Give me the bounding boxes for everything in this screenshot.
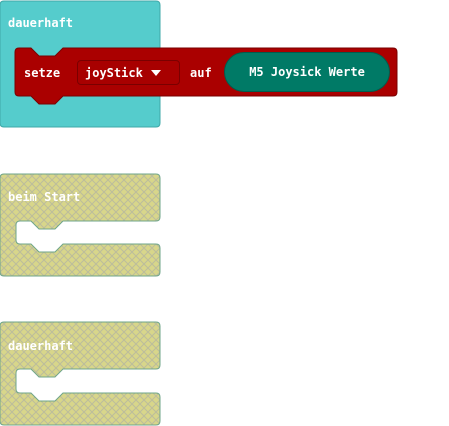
auf-connector-label: auf	[190, 66, 212, 80]
on-start-block-label: beim Start	[8, 190, 81, 204]
forever-disabled-block-label: dauerhaft	[8, 339, 74, 353]
chevron-down-icon	[150, 69, 161, 76]
variable-dropdown-value: joyStick	[85, 65, 143, 80]
variable-dropdown[interactable]: joyStick	[77, 60, 180, 85]
forever-block-disabled[interactable]	[0, 321, 161, 426]
blocks-workspace[interactable]: dauerhaft setze joyStick auf M5 Joysick …	[0, 0, 449, 426]
joystick-values-reporter[interactable]: M5 Joysick Werte	[224, 52, 390, 92]
set-keyword-label: setze	[24, 66, 61, 80]
forever-block-label: dauerhaft	[8, 16, 74, 30]
joystick-values-label: M5 Joysick Werte	[249, 65, 365, 79]
